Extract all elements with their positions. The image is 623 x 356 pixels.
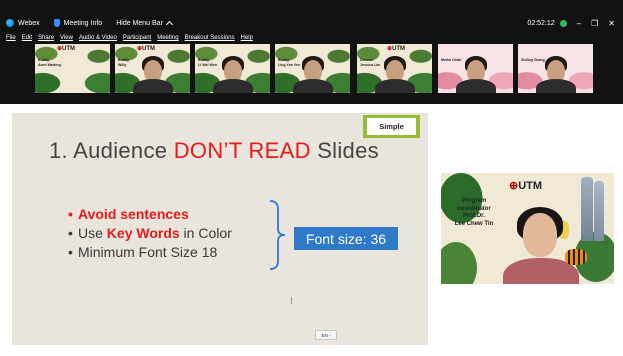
bullet-item: • Minimum Font Size 18 — [68, 243, 232, 262]
title-pre: Audience — [73, 138, 174, 163]
bullet-dot-icon: • — [68, 225, 73, 241]
font-size-callout: Font size: 36 — [294, 227, 398, 250]
shield-icon — [53, 19, 60, 27]
menu-participant[interactable]: Participant — [123, 35, 151, 41]
close-button[interactable]: ✕ — [608, 19, 615, 28]
curly-brace-icon — [269, 200, 286, 270]
participant-label: Buddy Li Wei Wen — [198, 58, 218, 67]
participant-body — [535, 79, 576, 93]
utm-logo: ⊕UTM — [387, 46, 406, 52]
webex-meeting-window: Webex Meeting Info Hide Menu Bar 02:52:1… — [0, 0, 623, 356]
participant-body — [212, 79, 253, 93]
mouse-cursor-icon — [291, 297, 297, 304]
participant-tile[interactable]: ⊕UTM Director Jessica Lim — [357, 44, 432, 93]
participant-label: Buddy Ling Yan Yee — [278, 58, 301, 67]
menu-edit[interactable]: Edit — [22, 35, 32, 41]
bullet-item: • Use Key Words in Color — [68, 224, 232, 243]
meeting-timer: 02:52:12 — [527, 19, 555, 27]
window-controls: 02:52:12 – ❐ ✕ — [527, 14, 615, 32]
participant-body — [292, 79, 333, 93]
bullet-text: Use — [78, 225, 107, 241]
participant-body — [374, 79, 415, 93]
participant-tile[interactable]: ⊕UTM Buddy Azmi Maizing — [35, 44, 110, 93]
menu-file[interactable]: File — [6, 35, 16, 41]
minimize-button[interactable]: – — [577, 19, 581, 28]
participant-strip: ⊕UTM Buddy Azmi Maizing ⊕UTM Buddy Willy… — [35, 44, 595, 93]
tower-decoration — [581, 177, 593, 241]
tiger-decoration — [565, 249, 587, 265]
utm-logo: ⊕UTM — [509, 180, 543, 192]
participant-body — [455, 79, 496, 93]
participant-tile[interactable]: Buddy Ling Yan Yee — [275, 44, 350, 93]
meeting-info-button[interactable]: Meeting Info — [53, 19, 103, 27]
bullet-emphasis: Key Words — [106, 225, 180, 241]
participant-body — [132, 79, 173, 93]
hide-menu-bar-label: Hide Menu Bar — [116, 19, 163, 27]
top-bar: Webex Meeting Info Hide Menu Bar 02:52:1… — [0, 0, 623, 104]
bullet-text: in Color — [179, 225, 232, 241]
menu-share[interactable]: Share — [38, 35, 54, 41]
badge-label: Simple — [367, 118, 416, 135]
page-indicator[interactable]: EN ▫ — [315, 330, 337, 340]
bullet-text: Minimum Font Size 18 — [78, 244, 218, 260]
utm-logo-text: UTM — [518, 180, 543, 192]
restore-button[interactable]: ❐ — [591, 19, 598, 28]
menu-help[interactable]: Help — [241, 35, 253, 41]
utm-logo: ⊕UTM — [57, 46, 76, 52]
speaker-face — [523, 213, 557, 257]
slide-bullets: • Avoid sentences • Use Key Words in Color… — [68, 205, 232, 262]
bullet-item: • Avoid sentences — [68, 205, 232, 224]
tower-decoration — [594, 181, 604, 241]
participant-tile[interactable]: Buddy Li Wei Wen — [195, 44, 270, 93]
utm-logo: ⊕UTM — [137, 46, 156, 52]
menu-bar: File Edit Share View Audio & Video Parti… — [0, 32, 623, 44]
menu-audio-video[interactable]: Audio & Video — [79, 35, 117, 41]
participant-label: Meiko Oraki — [441, 58, 462, 62]
speaker-caption: Program coordinator Prof.Dr. Lee Chew Ti… — [454, 198, 494, 227]
app-name: Webex — [18, 19, 40, 27]
participant-label: Buddy Azmi Maizing — [38, 58, 61, 67]
meeting-info-label: Meeting Info — [63, 19, 103, 27]
menu-meeting[interactable]: Meeting — [157, 35, 178, 41]
simple-badge: Simple — [363, 115, 420, 138]
title-post: Slides — [310, 138, 379, 163]
participant-label: Buddy Willy — [118, 58, 130, 67]
title-number: 1. — [49, 138, 74, 163]
menu-breakout-sessions[interactable]: Breakout Sessions — [185, 35, 235, 41]
menu-view[interactable]: View — [60, 35, 73, 41]
participant-label: Director Jessica Lim — [360, 58, 381, 67]
slide-title: 1. Audience DON’T READ Slides — [49, 138, 379, 164]
webex-logo-icon — [6, 19, 14, 27]
recording-status-icon[interactable] — [559, 19, 567, 27]
active-speaker-video[interactable]: ⊕UTM Program coordinator Prof.Dr. Lee Ch… — [441, 173, 614, 284]
bullet-dot-icon: • — [68, 206, 73, 222]
hide-menu-bar-button[interactable]: Hide Menu Bar — [116, 19, 173, 28]
bullet-dot-icon: • — [68, 244, 73, 260]
webex-app-button[interactable]: Webex — [6, 19, 40, 27]
participant-tile[interactable]: ⊕UTM Buddy Willy — [115, 44, 190, 93]
participant-label: Shiling Zhang — [521, 58, 545, 62]
participant-tile[interactable]: Meiko Oraki — [438, 44, 513, 93]
leaf-decoration — [441, 242, 477, 284]
bullet-text: Avoid sentences — [78, 206, 189, 222]
chevron-up-icon — [165, 20, 173, 28]
title-emphasis: DON’T READ — [173, 138, 311, 163]
participant-tile[interactable]: Shiling Zhang — [518, 44, 593, 93]
